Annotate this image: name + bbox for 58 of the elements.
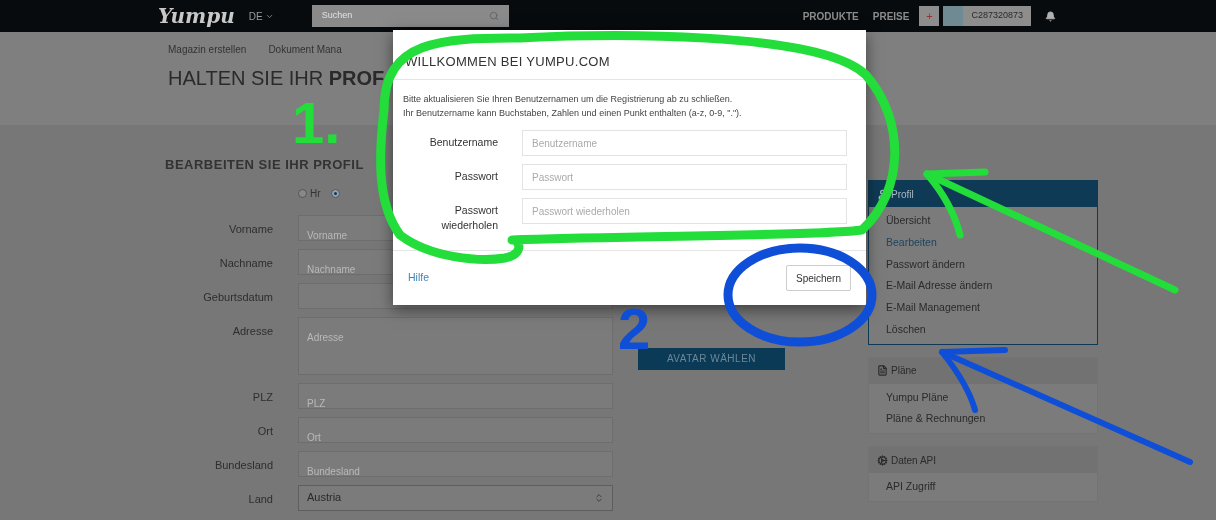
document-icon xyxy=(877,365,888,376)
sidebar-link[interactable]: API Zugriff xyxy=(869,476,1097,498)
radio-label: Hr xyxy=(310,187,321,201)
field-label: Bundesland xyxy=(213,457,273,473)
sidebar-link[interactable]: E-Mail Adresse ändern xyxy=(869,275,1097,297)
text-area[interactable]: Adresse xyxy=(298,316,613,375)
dialog-title: WILLKOMMEN BEI YUMPU.COM xyxy=(405,52,610,71)
dialog-description: Ihr Benutzername kann Buchstaben, Zahlen und einen Punkt enthalten (a-z, 0-9, "."). xyxy=(403,107,743,120)
nav-link[interactable]: PREISE xyxy=(872,8,910,24)
sidebar-link[interactable]: Löschen xyxy=(869,318,1097,341)
input-field[interactable]: Ort xyxy=(298,416,613,443)
sidebar-link[interactable]: Bearbeiten xyxy=(869,231,1097,254)
breadcrumb-link[interactable]: Magazin erstellen xyxy=(168,42,247,57)
input-field[interactable]: Passwort xyxy=(522,164,847,190)
field-label: Nachname xyxy=(218,255,273,271)
logo[interactable]: Yumpu xyxy=(158,1,235,31)
gears-icon xyxy=(877,454,888,466)
input-field[interactable]: Bundesland xyxy=(298,450,613,477)
sidebar-link[interactable]: Passwort ändern xyxy=(869,253,1097,276)
country-select[interactable]: Austria xyxy=(298,484,613,511)
input-field[interactable]: PLZ xyxy=(298,382,613,409)
dialog-description: Bitte aktualisieren Sie Ihren Benutzernamen um die Registrierung ab zu schließen. xyxy=(403,93,734,106)
panel-title: Profil xyxy=(891,187,914,202)
nav-link[interactable]: PRODUKTE xyxy=(802,8,859,24)
field-label: Vorname xyxy=(227,221,273,237)
field-label: Geburtsdatum xyxy=(202,289,273,305)
panel-title: Pläne xyxy=(891,364,917,378)
radio-button[interactable] xyxy=(298,189,307,198)
user-account-button[interactable]: C287320873 xyxy=(943,6,1031,26)
field-label: Benutzername xyxy=(428,135,498,150)
bell-icon[interactable] xyxy=(1045,10,1056,22)
section-heading: BEARBEITEN SIE IHR PROFIL xyxy=(165,156,365,174)
field-label: Land xyxy=(247,491,273,507)
sidebar-link[interactable]: Yumpu Pläne xyxy=(869,386,1097,409)
sidebar-link[interactable]: Pläne & Rechnungen xyxy=(869,408,1097,430)
annotation-number: 1. xyxy=(292,94,341,152)
save-button[interactable]: Speichern xyxy=(785,265,851,291)
panel-title: Daten API xyxy=(891,453,937,468)
avatar-icon xyxy=(943,6,964,26)
select-arrows-icon xyxy=(594,492,604,503)
field-label: Passwort wiederholen xyxy=(440,203,498,233)
field-label: Adresse xyxy=(231,323,273,339)
field-label: PLZ xyxy=(251,389,273,405)
radio-button[interactable] xyxy=(330,189,340,198)
input-field[interactable]: Benutzername xyxy=(522,130,847,156)
search-icon xyxy=(488,11,499,21)
add-button[interactable]: + xyxy=(919,6,940,26)
search-field[interactable]: Suchen xyxy=(311,5,509,27)
language-dropdown[interactable]: DE xyxy=(248,8,274,24)
sidebar-link[interactable]: Übersicht xyxy=(869,210,1097,232)
field-label: Ort xyxy=(256,423,273,439)
breadcrumb-link[interactable]: Dokument Mana xyxy=(268,42,342,57)
page-title: HALTEN SIE IHR PROF xyxy=(168,66,386,91)
sidebar-link[interactable]: E-Mail Management xyxy=(869,297,1097,319)
input-field[interactable]: Passwort wiederholen xyxy=(522,198,847,224)
search-placeholder: Suchen xyxy=(321,9,353,23)
help-link[interactable]: Hilfe xyxy=(408,270,429,286)
field-label: Passwort xyxy=(453,169,498,184)
